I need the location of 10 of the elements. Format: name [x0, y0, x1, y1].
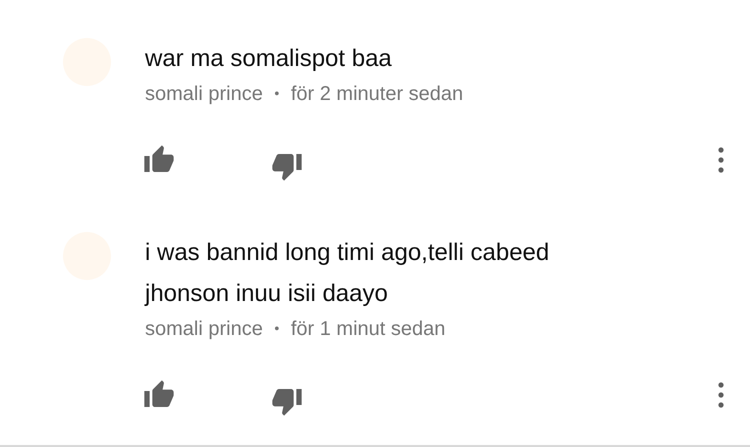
comment-time: för 2 minuter sedan — [290, 83, 464, 105]
separator-dot: • — [274, 320, 280, 336]
comment-time: för 1 minut sedan — [290, 318, 446, 340]
author-name: somali prince — [145, 318, 263, 340]
separator-dot: • — [274, 85, 280, 101]
author-name: somali prince — [145, 83, 263, 105]
comment-text: i was bannid long timi ago,telli cabeed jhonson inuu isii daayo — [145, 238, 550, 309]
more-icon[interactable] — [718, 382, 724, 408]
comment-text: war ma somalispot baa — [145, 44, 393, 74]
more-icon[interactable] — [718, 147, 724, 173]
